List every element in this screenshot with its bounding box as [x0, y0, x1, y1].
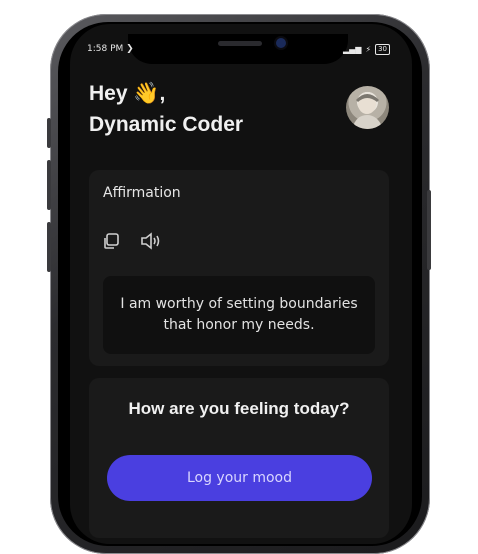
- greeting-line: Hey 👋,: [89, 82, 166, 105]
- signal-icon: ▂▄▆: [342, 45, 362, 54]
- copy-icon[interactable]: [102, 232, 120, 254]
- status-time: 1:58 PM ❯: [87, 44, 134, 54]
- speaker-icon[interactable]: [140, 231, 162, 255]
- charging-icon: ⚡: [365, 45, 372, 54]
- nav-indicator-icon: ❯: [126, 44, 134, 54]
- speaker: [218, 41, 262, 46]
- side-button: [427, 190, 431, 270]
- side-button: [47, 160, 51, 210]
- affirmation-box: I am worthy of setting boundaries that h…: [103, 276, 375, 354]
- greeting: Hey 👋, Dynamic Coder: [89, 78, 243, 140]
- log-mood-button[interactable]: Log your mood: [107, 455, 372, 501]
- front-camera: [276, 38, 286, 48]
- side-button: [47, 118, 51, 148]
- avatar[interactable]: [346, 86, 389, 129]
- side-button: [47, 222, 51, 272]
- notch: [128, 34, 348, 64]
- affirmation-title: Affirmation: [103, 185, 181, 201]
- mood-question: How are you feeling today?: [128, 399, 350, 418]
- affirmation-text: I am worthy of setting boundaries that h…: [120, 296, 358, 333]
- status-icons: ▂▄▆ ⚡ 30: [343, 44, 390, 55]
- battery-icon: 30: [375, 44, 390, 55]
- user-name: Dynamic Coder: [89, 113, 244, 136]
